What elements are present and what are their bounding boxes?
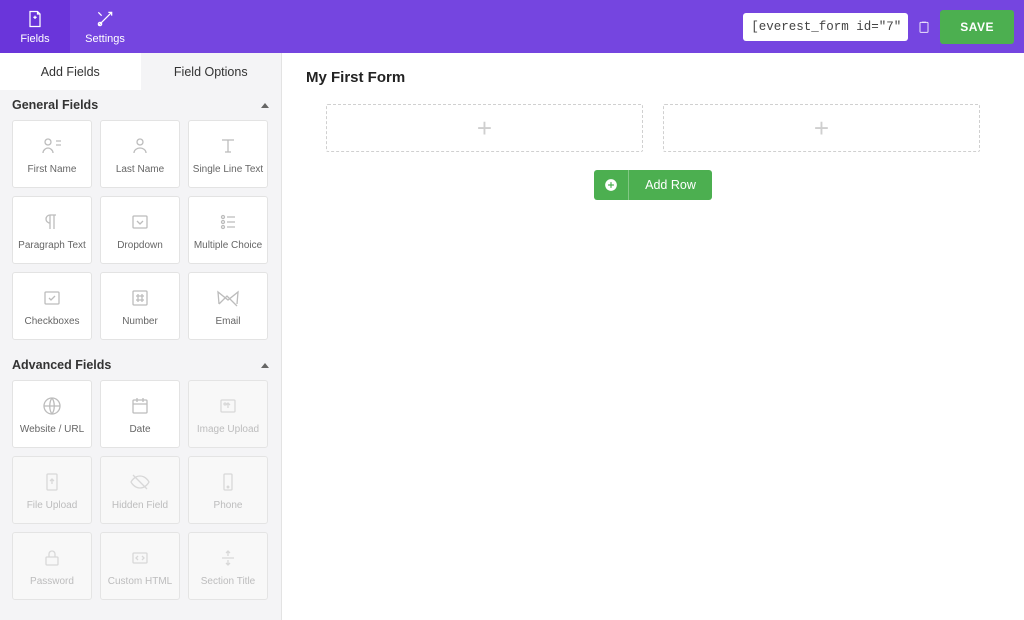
sidebar-tab-add-fields[interactable]: Add Fields	[0, 53, 141, 90]
file-icon	[25, 9, 45, 29]
field-card-single-line-text[interactable]: Single Line Text	[188, 120, 268, 188]
sidebar: Add Fields Field Options General Fields …	[0, 53, 282, 620]
canvas: My First Form + + Add Row	[282, 53, 1024, 620]
field-card-label: Multiple Choice	[192, 240, 264, 251]
field-card-label: File Upload	[25, 500, 80, 511]
field-card-number[interactable]: Number	[100, 272, 180, 340]
field-card-website-url[interactable]: Website / URL	[12, 380, 92, 448]
section-title-icon	[216, 546, 240, 570]
tab-settings-label: Settings	[85, 33, 125, 45]
shortcode-input[interactable]	[743, 13, 908, 41]
section-general-header[interactable]: General Fields	[0, 90, 281, 120]
field-card-label: Dropdown	[115, 240, 165, 251]
multiple-choice-icon	[216, 210, 240, 234]
field-card-label: Paragraph Text	[16, 240, 88, 251]
field-card-label: Date	[127, 424, 152, 435]
chevron-up-icon	[261, 363, 269, 368]
field-card-image-upload: Image Upload	[188, 380, 268, 448]
workspace: Add Fields Field Options General Fields …	[0, 53, 1024, 620]
dropdown-icon	[128, 210, 152, 234]
add-row-text: Add Row	[629, 170, 712, 200]
field-card-label: Number	[120, 316, 160, 327]
sidebar-tab-field-options[interactable]: Field Options	[141, 53, 282, 90]
field-card-last-name[interactable]: Last Name	[100, 120, 180, 188]
field-card-label: Section Title	[199, 576, 257, 587]
tab-settings[interactable]: Settings	[70, 0, 140, 53]
topbar: Fields Settings SAVE	[0, 0, 1024, 53]
settings-icon	[95, 9, 115, 29]
field-card-password: Password	[12, 532, 92, 600]
general-grid: First Name Last Name Single Line Text Parag…	[0, 120, 281, 350]
paragraph-text-icon	[40, 210, 64, 234]
shortcode-wrap: SAVE	[743, 0, 1024, 53]
field-card-label: Checkboxes	[22, 316, 81, 327]
field-card-file-upload: File Upload	[12, 456, 92, 524]
file-upload-icon	[40, 470, 64, 494]
field-card-label: First Name	[26, 164, 79, 175]
hidden-field-icon	[128, 470, 152, 494]
website-url-icon	[40, 394, 64, 418]
password-icon	[40, 546, 64, 570]
field-card-label: Hidden Field	[110, 500, 170, 511]
form-title[interactable]: My First Form	[306, 69, 1000, 86]
field-card-label: Password	[28, 576, 76, 587]
field-card-label: Single Line Text	[191, 164, 265, 175]
last-name-icon	[128, 134, 152, 158]
field-card-hidden-field: Hidden Field	[100, 456, 180, 524]
section-advanced-header[interactable]: Advanced Fields	[0, 350, 281, 380]
field-card-paragraph-text[interactable]: Paragraph Text	[12, 196, 92, 264]
section-advanced-title: Advanced Fields	[12, 358, 111, 372]
field-card-phone: Phone	[188, 456, 268, 524]
field-card-label: Phone	[212, 500, 245, 511]
number-icon	[128, 286, 152, 310]
section-general-title: General Fields	[12, 98, 98, 112]
field-card-label: Website / URL	[18, 424, 86, 435]
save-button[interactable]: SAVE	[940, 10, 1014, 44]
single-line-text-icon	[216, 134, 240, 158]
plus-circle-icon	[594, 170, 629, 200]
plus-icon: +	[477, 115, 492, 141]
field-card-label: Image Upload	[195, 424, 261, 435]
date-icon	[128, 394, 152, 418]
clipboard-icon[interactable]	[916, 19, 932, 35]
field-card-date[interactable]: Date	[100, 380, 180, 448]
field-card-email[interactable]: Email	[188, 272, 268, 340]
chevron-up-icon	[261, 103, 269, 108]
sidebar-tabs: Add Fields Field Options	[0, 53, 281, 90]
plus-icon: +	[814, 115, 829, 141]
field-card-checkboxes[interactable]: Checkboxes	[12, 272, 92, 340]
advanced-grid: Website / URL Date Image Upload File Upload…	[0, 380, 281, 610]
field-card-custom-html: Custom HTML	[100, 532, 180, 600]
field-card-dropdown[interactable]: Dropdown	[100, 196, 180, 264]
topbar-spacer	[140, 0, 743, 53]
checkboxes-icon	[40, 286, 64, 310]
email-icon	[216, 286, 240, 310]
image-upload-icon	[216, 394, 240, 418]
field-card-first-name[interactable]: First Name	[12, 120, 92, 188]
add-row-button[interactable]: Add Row	[594, 170, 712, 200]
tab-fields-label: Fields	[20, 33, 49, 45]
tab-fields[interactable]: Fields	[0, 0, 70, 53]
custom-html-icon	[128, 546, 152, 570]
add-row-wrap: Add Row	[306, 170, 1000, 200]
first-name-icon	[40, 134, 64, 158]
drop-zone-right[interactable]: +	[663, 104, 980, 152]
field-card-label: Email	[213, 316, 242, 327]
field-card-section-title: Section Title	[188, 532, 268, 600]
field-card-label: Last Name	[114, 164, 166, 175]
field-card-label: Custom HTML	[106, 576, 174, 587]
layout-row: + +	[326, 104, 980, 152]
field-card-multiple-choice[interactable]: Multiple Choice	[188, 196, 268, 264]
drop-zone-left[interactable]: +	[326, 104, 643, 152]
phone-icon	[216, 470, 240, 494]
